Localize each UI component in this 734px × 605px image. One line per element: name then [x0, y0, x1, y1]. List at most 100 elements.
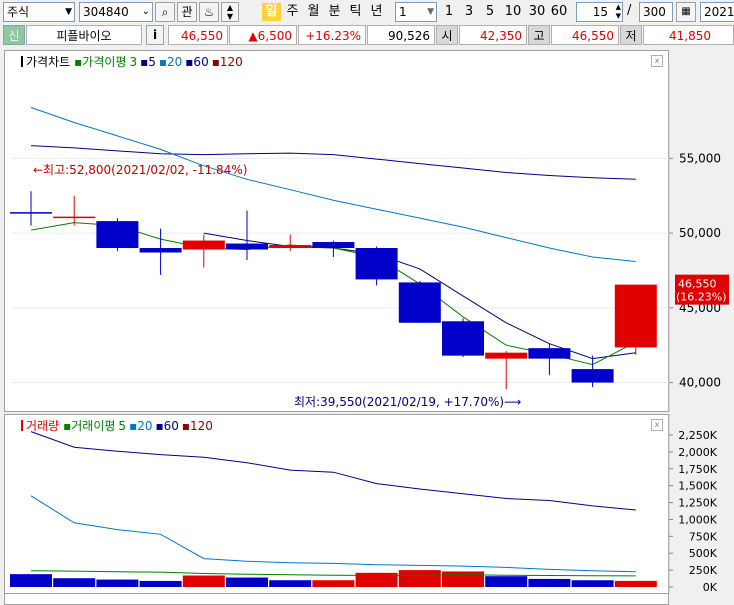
price-change-pct: +16.23%	[298, 25, 366, 45]
stock-code-input[interactable]: 304840 ⌄	[79, 2, 153, 22]
interval-select-value: 1	[399, 5, 407, 19]
volume-bar	[182, 575, 225, 587]
watchlist-button[interactable]: 관	[177, 2, 197, 22]
volume-legend-item: ▪20	[129, 419, 152, 433]
volume-tick-label: 0K	[703, 581, 718, 594]
trade-volume: 90,526	[367, 25, 435, 45]
volume-tick-label: 750K	[689, 530, 718, 543]
price-tick-label: 50,000	[679, 226, 721, 240]
market-select-value: 주식	[7, 5, 30, 19]
volume-tick-label: 1,250K	[678, 497, 717, 510]
price-legend-item: ▪60	[185, 55, 208, 69]
legend-marker	[21, 56, 23, 67]
open-label: 시	[436, 25, 458, 45]
spinner-button[interactable]: ▲ ▼	[221, 2, 239, 22]
candle-body	[614, 284, 657, 348]
refresh-icon: ♨	[203, 5, 215, 19]
volume-bar	[614, 580, 657, 587]
volume-y-axis: 2,250K 2,000K 1,750K 1,500K 1,250K 1,000K 750K…	[668, 414, 718, 594]
volume-moving-averages	[30, 431, 636, 577]
refresh-button[interactable]: ♨	[199, 2, 219, 22]
low-annotation: 최저:39,550(2021/02/19, +17.70%)⟶	[294, 395, 521, 409]
price-chart: 가격차트 ▪가격이평 3 ▪5 ▪20 ▪60 ▪120 55,00050,00045,00…	[10, 55, 729, 412]
interval-button-3[interactable]: 3	[460, 3, 478, 21]
interval-select[interactable]: 1 ▼	[395, 2, 437, 22]
price-candles	[10, 191, 657, 390]
volume-tick-label: 1,500K	[678, 480, 717, 493]
settings-button[interactable]: ▦	[676, 2, 696, 22]
high-annotation: ←최고:52,800(2021/02/02, -11.84%)	[33, 163, 247, 177]
price-chart-panel: x 가격차트 ▪가격이평 3 ▪5 ▪20 ▪60 ▪120 55,000 50,000 45,…	[4, 50, 729, 412]
price-tick-label: 40,000	[679, 376, 721, 390]
candle-body	[53, 216, 96, 219]
candle-body	[269, 245, 312, 249]
volume-legend-item: 거래량	[26, 419, 59, 433]
price-change: ▲6,500	[229, 25, 297, 45]
price-legend: 가격차트 ▪가격이평 3 ▪5 ▪20 ▪60 ▪120	[21, 55, 243, 69]
chevron-down-icon: ▼	[65, 7, 72, 17]
interval-button-10[interactable]: 10	[502, 3, 524, 21]
volume-bar	[528, 578, 571, 587]
price-legend-item: ▪가격이평	[74, 55, 126, 69]
volume-legend-text: 거래량 ▪거래이평 5 ▪20 ▪60 ▪120	[26, 419, 213, 433]
date-input[interactable]: 2021/	[700, 2, 734, 22]
price-legend-item: 가격차트	[26, 55, 70, 69]
period-tab-5[interactable]: 년	[367, 3, 386, 21]
volume-bar	[96, 579, 139, 587]
credit-badge: 신	[3, 25, 25, 45]
volume-bar	[269, 580, 312, 587]
spinner-icon: ▲ ▼	[615, 3, 621, 20]
last-pct-label: (16.23%)	[676, 291, 727, 304]
volume-tick-label: 1,750K	[678, 463, 717, 476]
count-separator: /	[627, 3, 632, 18]
volume-legend-item: ▪60	[155, 419, 178, 433]
quote-strip: 신 피플바이오 i 46,550 ▲6,500 +16.23% 90,526 시…	[0, 25, 734, 45]
candle-body	[139, 248, 182, 253]
last-price-label: 46,550	[678, 278, 717, 291]
period-tab-3[interactable]: 분	[325, 3, 344, 21]
stock-name: 피플바이오	[26, 25, 142, 45]
x-axis-strip	[4, 594, 669, 605]
info-button[interactable]: i	[146, 25, 164, 45]
period-tab-2[interactable]: 월	[304, 3, 323, 21]
volume-tick-label: 250K	[689, 564, 718, 577]
legend-marker	[21, 420, 23, 431]
search-button[interactable]: ⌕	[155, 2, 175, 22]
price-legend-item: ▪20	[159, 55, 182, 69]
volume-bar	[312, 580, 355, 587]
market-select[interactable]: 주식 ▼	[3, 2, 75, 22]
volume-bar	[571, 580, 614, 587]
period-tab-0[interactable]: 일	[262, 3, 281, 21]
volume-tick-label: 2,000K	[678, 446, 717, 459]
count-input[interactable]: 15 ▲ ▼	[576, 2, 623, 22]
volume-bar	[398, 570, 441, 587]
count-max-input[interactable]: 300	[639, 2, 673, 22]
candle-body	[442, 321, 484, 356]
price-legend-item: 3	[129, 55, 137, 69]
price-legend-text: 가격차트 ▪가격이평 3 ▪5 ▪20 ▪60 ▪120	[26, 55, 243, 69]
candle-body	[571, 369, 614, 383]
interval-button-60[interactable]: 60	[548, 3, 570, 21]
volume-bar	[10, 574, 52, 587]
volume-bar	[139, 580, 182, 587]
period-tab-1[interactable]: 주	[283, 3, 302, 21]
search-icon: ⌕	[161, 5, 169, 19]
volume-tick-label: 2,250K	[678, 429, 717, 442]
volume-chart-panel: x 거래량 ▪거래이평 5 ▪20 ▪60 ▪120 2,250K 2,000K 1,750K…	[4, 414, 718, 605]
volume-bar	[485, 576, 528, 587]
volume-bar	[53, 578, 96, 587]
chevron-down-icon: ▼	[427, 7, 434, 17]
chevron-down-icon: ⌄	[141, 6, 150, 17]
interval-button-5[interactable]: 5	[481, 3, 499, 21]
volume-tick-label: 500K	[689, 547, 718, 560]
low-price: 41,850	[643, 25, 734, 45]
candle-body	[355, 248, 398, 280]
period-tab-4[interactable]: 틱	[346, 3, 365, 21]
candle-body	[226, 243, 268, 250]
volume-tick-label: 1,000K	[678, 513, 717, 526]
count-input-value: 15	[592, 5, 608, 19]
interval-button-30[interactable]: 30	[526, 3, 548, 21]
interval-button-1[interactable]: 1	[440, 3, 458, 21]
candle-body	[528, 348, 571, 359]
current-price: 46,550	[168, 25, 228, 45]
